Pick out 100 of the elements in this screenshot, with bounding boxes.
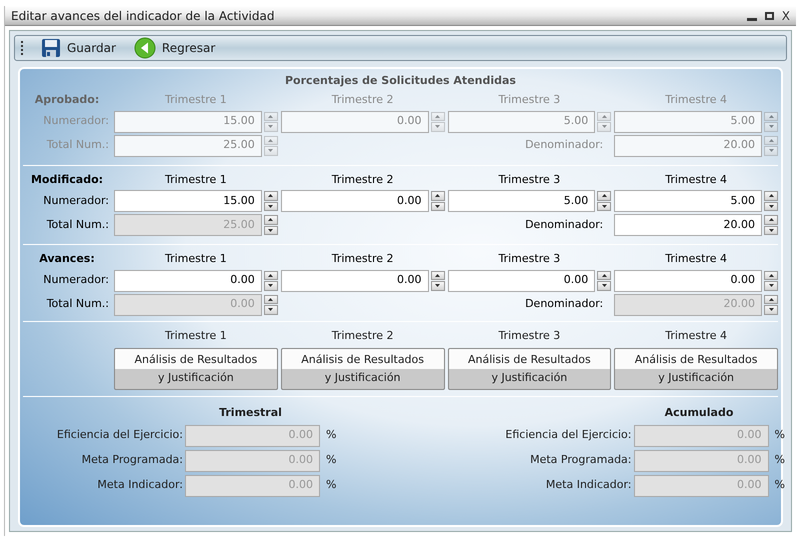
- caret-up-icon: [435, 274, 440, 277]
- close-button[interactable]: X: [782, 10, 790, 22]
- row-label: Meta Programada:: [529, 452, 632, 468]
- analysis-button[interactable]: Análisis de Resultados y Justificación: [280, 348, 444, 390]
- percent-unit: %: [325, 477, 338, 494]
- row-label: Denominador:: [524, 137, 604, 154]
- column-header: Trimestre 3: [497, 251, 562, 267]
- spin-down-button[interactable]: [597, 281, 612, 290]
- spin-down-button[interactable]: [597, 202, 612, 211]
- spin-up-button[interactable]: [597, 270, 612, 280]
- caret-down-icon: [268, 125, 274, 128]
- spin-down-button[interactable]: [264, 202, 278, 211]
- spin-up-button[interactable]: [764, 270, 778, 280]
- spin-down-button[interactable]: [430, 281, 444, 290]
- row-label: Meta Indicador:: [544, 477, 632, 494]
- spin-up-button[interactable]: [264, 270, 278, 280]
- caret-down-icon: [435, 284, 440, 288]
- number-field[interactable]: 20.00: [614, 214, 762, 236]
- caret-up-icon: [268, 114, 274, 118]
- spin-down-button[interactable]: [430, 202, 444, 211]
- caret-up-icon: [435, 114, 440, 118]
- analysis-button[interactable]: Análisis de Resultados y Justificación: [614, 348, 778, 390]
- number-field[interactable]: 15.00: [114, 190, 262, 212]
- row-label: Eficiencia del Ejercicio:: [504, 427, 632, 444]
- section-title: Aprobado:: [34, 92, 100, 108]
- spin-down-button[interactable]: [764, 281, 778, 290]
- maximize-button[interactable]: [764, 12, 774, 20]
- caret-down-icon: [268, 149, 274, 152]
- number-field[interactable]: 0.00: [114, 270, 262, 292]
- caret-up-icon: [768, 274, 774, 277]
- spin-up-button[interactable]: [764, 191, 778, 200]
- spin-down-button[interactable]: [264, 305, 278, 314]
- window-title: Editar avances del indicador de la Actividad: [11, 8, 274, 24]
- number-field[interactable]: 0.00: [448, 270, 596, 292]
- column-header: Trimestre 4: [664, 92, 728, 108]
- caret-down-icon: [768, 149, 774, 152]
- number-field[interactable]: 5.00: [614, 190, 762, 212]
- caret-down-icon: [768, 125, 774, 128]
- percent-unit: %: [325, 452, 338, 468]
- column-header: Trimestre 3: [497, 92, 562, 108]
- spin-up-button[interactable]: [597, 191, 612, 200]
- save-button[interactable]: Guardar: [41, 38, 116, 58]
- spin-down-button[interactable]: [764, 226, 778, 235]
- caret-up-icon: [768, 218, 774, 222]
- spin-down-button[interactable]: [264, 226, 278, 235]
- spin-up-button[interactable]: [764, 215, 778, 224]
- column-header: Trimestre 2: [330, 92, 394, 108]
- column-header: Trimestre 3: [497, 328, 562, 344]
- panel-title: Porcentajes de Solicitudes Atendidas: [285, 72, 516, 89]
- spin-up-button[interactable]: [764, 294, 778, 304]
- number-field[interactable]: 0.00: [280, 190, 428, 212]
- caret-up-icon: [268, 138, 274, 142]
- percent-unit: %: [325, 427, 338, 444]
- spin-up-button[interactable]: [264, 191, 278, 200]
- group-title: Acumulado: [664, 405, 734, 421]
- caret-up-icon: [268, 194, 274, 198]
- percent-unit: %: [774, 427, 786, 444]
- row-label: Meta Programada:: [80, 452, 183, 468]
- row-label: Total Num.:: [46, 216, 110, 233]
- back-button[interactable]: Regresar: [134, 37, 216, 59]
- spin-up-button[interactable]: [430, 270, 444, 280]
- column-header: Trimestre 2: [330, 328, 394, 344]
- column-header: Trimestre 3: [497, 172, 562, 188]
- caret-up-icon: [602, 114, 607, 118]
- number-field[interactable]: 0.00: [614, 270, 762, 292]
- caret-down-icon: [435, 204, 440, 208]
- caret-down-icon: [268, 284, 274, 288]
- column-header: Trimestre 1: [164, 328, 228, 344]
- percent-unit: %: [774, 452, 786, 468]
- column-header: Trimestre 1: [164, 251, 228, 267]
- spin-down-button[interactable]: [764, 202, 778, 211]
- analysis-button[interactable]: Análisis de Resultados y Justificación: [114, 348, 278, 390]
- spin-up-button[interactable]: [264, 294, 278, 304]
- analysis-button[interactable]: Análisis de Resultados y Justificación: [448, 348, 612, 390]
- row-label: Total Num.:: [46, 296, 110, 312]
- spin-up-button[interactable]: [264, 215, 278, 224]
- number-field[interactable]: 0.00: [280, 270, 428, 292]
- caret-down-icon: [768, 228, 774, 232]
- column-header: Trimestre 2: [330, 251, 394, 267]
- row-label: Numerador:: [42, 192, 110, 209]
- column-header: Trimestre 4: [664, 251, 728, 267]
- caret-up-icon: [768, 138, 774, 142]
- spin-up-button[interactable]: [430, 191, 444, 200]
- row-label: Denominador:: [524, 296, 604, 312]
- column-header: Trimestre 4: [664, 172, 728, 188]
- caret-up-icon: [602, 274, 607, 277]
- caret-up-icon: [268, 298, 274, 301]
- number-field[interactable]: 5.00: [448, 190, 596, 212]
- caret-down-icon: [268, 204, 274, 208]
- percent-unit: %: [774, 477, 786, 494]
- column-header: Trimestre 1: [164, 92, 228, 108]
- row-label: Meta Indicador:: [96, 477, 183, 494]
- caret-down-icon: [268, 308, 274, 312]
- caret-up-icon: [268, 274, 274, 277]
- spin-down-button[interactable]: [264, 281, 278, 290]
- caret-down-icon: [768, 204, 774, 208]
- spin-down-button[interactable]: [764, 305, 778, 314]
- caret-down-icon: [435, 125, 440, 128]
- caret-up-icon: [768, 298, 774, 301]
- column-header: Trimestre 4: [664, 328, 728, 344]
